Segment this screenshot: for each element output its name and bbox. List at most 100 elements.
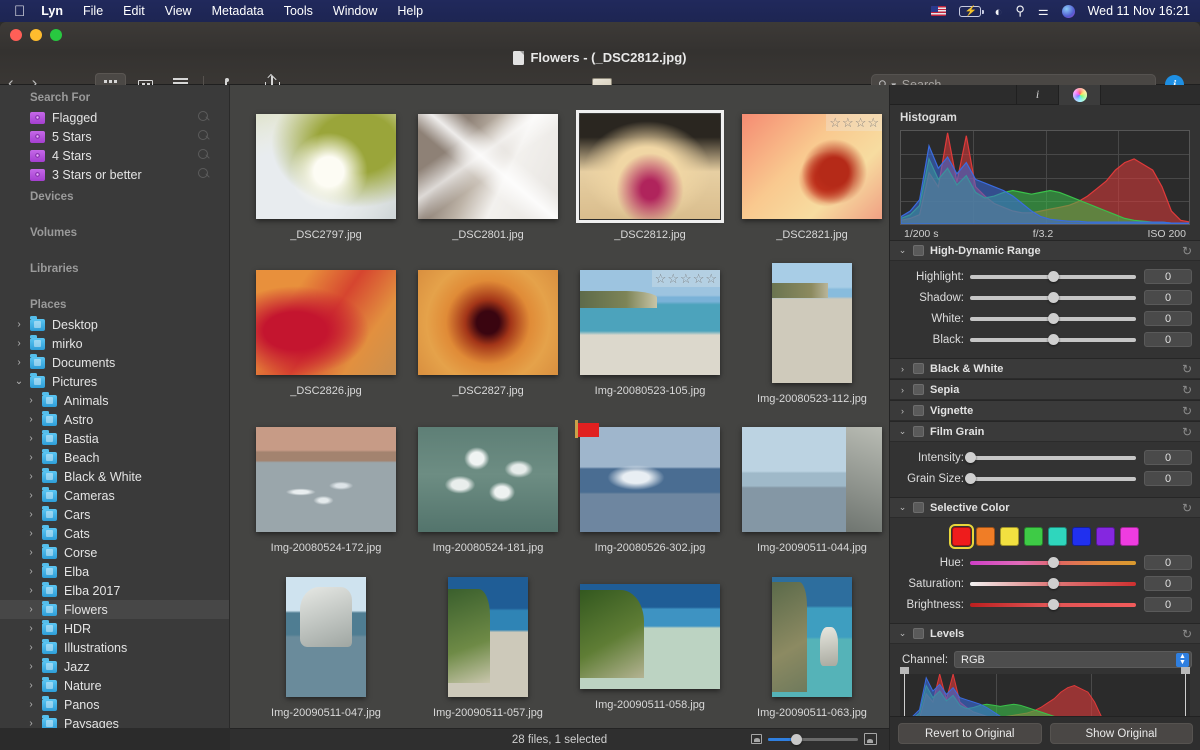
- small-thumbnail-icon[interactable]: [751, 734, 762, 744]
- disclosure-triangle[interactable]: ›: [26, 585, 36, 596]
- disclosure-triangle[interactable]: ›: [26, 699, 36, 710]
- color-swatch[interactable]: [999, 527, 1019, 546]
- thumbnail-image[interactable]: [256, 270, 396, 375]
- color-swatch[interactable]: [1119, 527, 1139, 546]
- sidebar-item-mirko[interactable]: › mirko: [0, 334, 229, 353]
- sidebar-item-desktop[interactable]: › Desktop: [0, 315, 229, 334]
- slider-value-highlight[interactable]: 0: [1144, 269, 1192, 284]
- disclosure-triangle[interactable]: ⌄: [898, 628, 907, 639]
- disclosure-triangle[interactable]: ›: [26, 566, 36, 577]
- slider-knob[interactable]: [1047, 313, 1059, 324]
- sidebar-item-nature[interactable]: › Nature: [0, 676, 229, 695]
- slider-value-saturation[interactable]: 0: [1144, 576, 1192, 591]
- slider-track-intensity[interactable]: [964, 452, 1136, 463]
- sidebar-item-cats[interactable]: › Cats: [0, 524, 229, 543]
- menu-item-view[interactable]: View: [165, 4, 192, 18]
- slider-track-black[interactable]: [970, 334, 1136, 345]
- star-rating[interactable]: ☆ ☆ ☆ ☆: [826, 114, 882, 131]
- sidebar-item-4-stars[interactable]: 4 Stars: [0, 146, 229, 165]
- disclosure-triangle[interactable]: ›: [26, 490, 36, 501]
- thumbnail-wrapper[interactable]: [580, 584, 720, 689]
- menu-item-lyn[interactable]: Lyn: [41, 4, 63, 18]
- disclosure-triangle[interactable]: ›: [26, 642, 36, 653]
- slider-knob[interactable]: [1047, 578, 1059, 589]
- thumbnail-cell[interactable]: Img-20080524-172.jpg: [244, 420, 408, 554]
- slider-value-shadow[interactable]: 0: [1144, 290, 1192, 305]
- control-center-icon[interactable]: ⚌: [1038, 4, 1049, 18]
- disclosure-triangle[interactable]: ⌄: [898, 245, 907, 256]
- levels-black-handle[interactable]: [900, 667, 909, 674]
- disclosure-triangle[interactable]: ›: [898, 385, 907, 395]
- sidebar-item-panos[interactable]: › Panos: [0, 695, 229, 714]
- disclosure-triangle[interactable]: ›: [26, 680, 36, 691]
- thumbnail-wrapper[interactable]: [286, 577, 366, 697]
- disclosure-triangle[interactable]: ›: [26, 623, 36, 634]
- disclosure-triangle[interactable]: ›: [26, 471, 36, 482]
- color-swatch[interactable]: [1047, 527, 1067, 546]
- section-checkbox[interactable]: [913, 405, 924, 416]
- spotlight-search-icon[interactable]: ⚲: [1015, 3, 1025, 19]
- disclosure-triangle[interactable]: ⌄: [14, 376, 24, 387]
- sidebar-item-elba[interactable]: › Elba: [0, 562, 229, 581]
- star-icon[interactable]: ☆: [680, 272, 692, 285]
- thumbnail-cell[interactable]: _DSC2827.jpg: [406, 263, 570, 397]
- thumbnail-image[interactable]: [742, 427, 882, 532]
- disclosure-triangle[interactable]: ›: [26, 547, 36, 558]
- menu-item-metadata[interactable]: Metadata: [212, 4, 264, 18]
- siri-icon[interactable]: [1061, 4, 1075, 18]
- sidebar-item-cars[interactable]: › Cars: [0, 505, 229, 524]
- slider-track-white[interactable]: [970, 313, 1136, 324]
- thumbnail-image[interactable]: [256, 427, 396, 532]
- slider-value-hue[interactable]: 0: [1144, 555, 1192, 570]
- thumbnail-image[interactable]: [580, 584, 720, 689]
- thumbnail-cell[interactable]: _DSC2801.jpg: [406, 107, 570, 241]
- slider-track-hue[interactable]: [970, 557, 1136, 568]
- large-thumbnail-icon[interactable]: [864, 733, 877, 745]
- disclosure-triangle[interactable]: ›: [26, 414, 36, 425]
- slider-track-brightness[interactable]: [970, 599, 1136, 610]
- reset-icon[interactable]: ↺: [1182, 383, 1192, 397]
- slider-knob[interactable]: [1047, 334, 1059, 345]
- disclosure-triangle[interactable]: ›: [14, 357, 24, 368]
- thumbnail-image[interactable]: [448, 577, 528, 697]
- section-checkbox[interactable]: [913, 384, 924, 395]
- thumbnail-wrapper[interactable]: [256, 427, 396, 532]
- thumbnail-image[interactable]: [418, 427, 558, 532]
- thumbnail-cell[interactable]: Img-20080526-302.jpg: [568, 420, 732, 554]
- section-checkbox[interactable]: [913, 363, 924, 374]
- sidebar-item-3-stars-or-better[interactable]: 3 Stars or better: [0, 165, 229, 184]
- sidebar-item-bastia[interactable]: › Bastia: [0, 429, 229, 448]
- zoom-slider-track[interactable]: [768, 733, 858, 745]
- thumbnail-wrapper[interactable]: [256, 114, 396, 219]
- thumbnail-image[interactable]: [772, 263, 852, 383]
- sidebar-item-astro[interactable]: › Astro: [0, 410, 229, 429]
- slider-value-black[interactable]: 0: [1144, 332, 1192, 347]
- slider-knob[interactable]: [1047, 599, 1059, 610]
- section-header-levels[interactable]: ⌄ Levels ↺: [890, 624, 1200, 644]
- thumbnail-cell[interactable]: ☆ ☆ ☆ ☆ ☆ Img-20080523-105.jpg: [568, 263, 732, 397]
- slider-knob[interactable]: [1047, 557, 1059, 568]
- star-icon[interactable]: ☆: [829, 116, 841, 129]
- thumbnail-cell[interactable]: Img-20090511-057.jpg: [406, 577, 570, 719]
- battery-charging-icon[interactable]: ⚡: [959, 5, 984, 17]
- thumbnail-cell[interactable]: _DSC2812.jpg: [568, 107, 732, 241]
- reset-icon[interactable]: ↺: [1182, 425, 1192, 439]
- thumbnail-wrapper[interactable]: [418, 114, 558, 219]
- color-swatch[interactable]: [1023, 527, 1043, 546]
- disclosure-triangle[interactable]: ›: [26, 718, 36, 728]
- sidebar-item-corse[interactable]: › Corse: [0, 543, 229, 562]
- sidebar-item-elba-2017[interactable]: › Elba 2017: [0, 581, 229, 600]
- tab-info[interactable]: i: [1017, 85, 1059, 105]
- thumbnail-cell[interactable]: Img-20090511-047.jpg: [244, 577, 408, 719]
- disclosure-triangle[interactable]: ›: [26, 661, 36, 672]
- slider-track-grain-size[interactable]: [964, 473, 1136, 484]
- thumbnail-wrapper[interactable]: [448, 577, 528, 697]
- disclosure-triangle[interactable]: ›: [26, 452, 36, 463]
- sidebar-item-hdr[interactable]: › HDR: [0, 619, 229, 638]
- slider-knob[interactable]: [964, 473, 976, 484]
- sidebar-item-flowers[interactable]: › Flowers: [0, 600, 229, 619]
- reset-icon[interactable]: ↺: [1182, 404, 1192, 418]
- disclosure-triangle[interactable]: ⌄: [898, 502, 907, 513]
- thumbnail-cell[interactable]: _DSC2826.jpg: [244, 263, 408, 397]
- slider-value-grain-size[interactable]: 0: [1144, 471, 1192, 486]
